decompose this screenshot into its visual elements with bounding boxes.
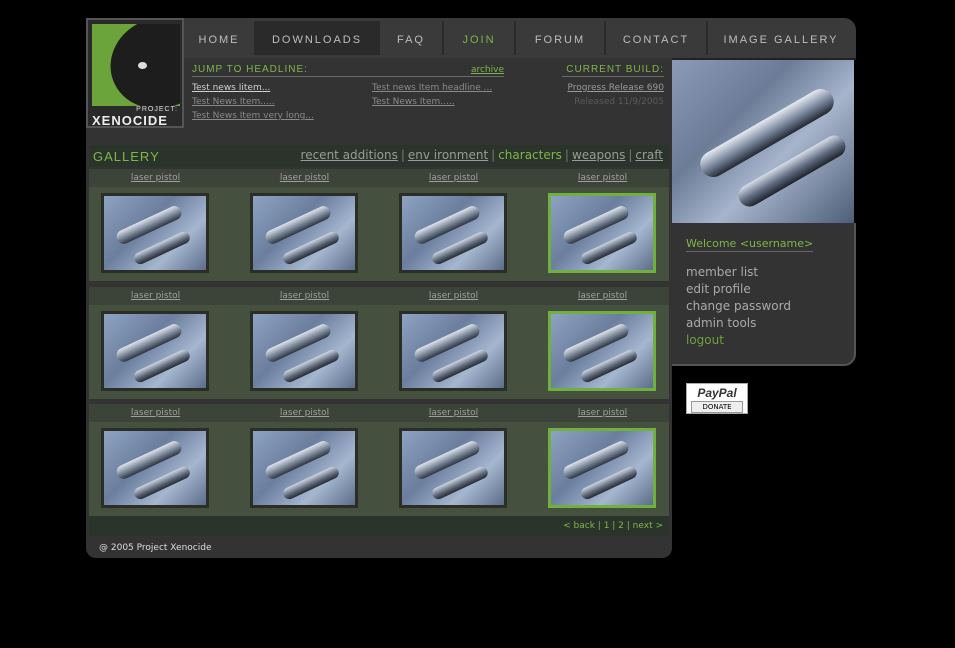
menu-change-password[interactable]: change password xyxy=(686,299,791,313)
gallery-row: laser pistol laser pistol laser pistol lase… xyxy=(89,287,669,399)
thumbnail-caption[interactable]: laser pistol xyxy=(230,173,379,183)
paypal-logo: PayPal xyxy=(697,386,737,400)
gallery-row: laser pistol laser pistol laser pistol lase… xyxy=(89,404,669,516)
gallery-thumbnail[interactable] xyxy=(101,428,209,508)
thumbnail-caption[interactable]: laser pistol xyxy=(379,291,528,301)
gallery-row: laser pistol laser pistol laser pistol lase… xyxy=(89,169,669,281)
nav-forum[interactable]: FORUM xyxy=(516,21,606,55)
thumbnail-caption[interactable]: laser pistol xyxy=(379,173,528,183)
gallery-row-captions: laser pistol laser pistol laser pistol lase… xyxy=(89,287,669,305)
news-link[interactable]: Test news Item headline ... xyxy=(372,83,492,93)
logo-eye-dot xyxy=(138,62,147,69)
pagination-links[interactable]: < back | 1 | 2 | next > xyxy=(563,521,663,531)
thumbnail-caption[interactable]: laser pistol xyxy=(81,291,230,301)
gallery-row-thumbnails xyxy=(89,422,669,516)
menu-admin-tools[interactable]: admin tools xyxy=(686,316,756,330)
nav-contact[interactable]: CONTACT xyxy=(606,21,708,55)
gallery-row-thumbnails xyxy=(89,305,669,399)
gallery-row-captions: laser pistol laser pistol laser pistol lase… xyxy=(89,404,669,422)
filter-recent-additions[interactable]: recent additions xyxy=(301,148,398,162)
menu-logout[interactable]: logout xyxy=(686,333,724,347)
archive-link[interactable]: archive xyxy=(471,65,504,75)
gallery-thumbnail[interactable] xyxy=(101,311,209,391)
thumbnail-caption[interactable]: laser pistol xyxy=(528,173,677,183)
thumbnail-caption[interactable]: laser pistol xyxy=(528,291,677,301)
welcome-message: Welcome <username> xyxy=(686,237,814,252)
copyright-text: @ 2005 Project Xenocide xyxy=(99,543,212,553)
thumbnail-caption[interactable]: laser pistol xyxy=(81,173,230,183)
build-release-link[interactable]: Progress Release 690 xyxy=(568,83,664,93)
gallery-thumbnail[interactable] xyxy=(399,311,507,391)
gallery-thumbnail[interactable] xyxy=(250,193,358,273)
thumbnail-caption[interactable]: laser pistol xyxy=(379,408,528,418)
pagination-bar: < back | 1 | 2 | next > xyxy=(89,516,669,536)
nav-join[interactable]: JOIN xyxy=(444,21,516,55)
news-link[interactable]: Test News Item..... xyxy=(372,97,455,107)
gallery-thumbnail[interactable] xyxy=(548,193,656,273)
build-release-date: Released 11/9/2005 xyxy=(574,97,664,107)
menu-member-list[interactable]: member list xyxy=(686,265,758,279)
logo-project-text: PROJECT: xyxy=(136,106,178,113)
filter-weapons[interactable]: weapons xyxy=(572,148,625,162)
news-link[interactable]: Test News Item..... xyxy=(192,97,275,107)
gallery-filters: recent additions | env ironment | characters… xyxy=(300,148,663,162)
news-link[interactable]: Test news Iitem... xyxy=(192,83,270,93)
headline-panel: JUMP TO HEADLINE: archive Test news Iite… xyxy=(184,58,672,128)
paypal-donate-label: DONATE xyxy=(691,401,743,413)
news-link[interactable]: Test News Item very long... xyxy=(192,111,314,121)
main-navigation: HOME DOWNLOADS FAQ JOIN FORUM CONTACT IM… xyxy=(184,18,856,60)
gallery-row-thumbnails xyxy=(89,187,669,281)
thumbnail-caption[interactable]: laser pistol xyxy=(81,408,230,418)
filter-characters[interactable]: characters xyxy=(498,148,562,162)
logo-xenocide-text: XENOCIDE xyxy=(92,113,168,128)
gallery-header: GALLERY recent additions | env ironment | ch… xyxy=(89,145,669,167)
filter-craft[interactable]: craft xyxy=(635,148,663,162)
gallery-thumbnail[interactable] xyxy=(250,428,358,508)
gallery-title: GALLERY xyxy=(93,149,160,164)
nav-image-gallery[interactable]: IMAGE GALLERY xyxy=(708,21,854,55)
gallery-row-captions: laser pistol laser pistol laser pistol lase… xyxy=(89,169,669,187)
current-build-label: CURRENT BUILD: xyxy=(562,64,664,77)
gallery-thumbnail[interactable] xyxy=(399,193,507,273)
user-panel: Welcome <username> member list edit prof… xyxy=(672,223,856,366)
menu-edit-profile[interactable]: edit profile xyxy=(686,282,751,296)
featured-image[interactable] xyxy=(672,60,854,223)
nav-faq[interactable]: FAQ xyxy=(380,21,444,55)
gallery-thumbnail[interactable] xyxy=(399,428,507,508)
thumbnail-caption[interactable]: laser pistol xyxy=(230,408,379,418)
gallery-thumbnail[interactable] xyxy=(101,193,209,273)
logo-emblem xyxy=(92,24,180,106)
jump-to-headline-label: JUMP TO HEADLINE: xyxy=(192,64,504,77)
paypal-donate-button[interactable]: PayPal DONATE xyxy=(686,383,748,414)
site-logo[interactable]: PROJECT: XENOCIDE xyxy=(86,18,184,128)
thumbnail-caption[interactable]: laser pistol xyxy=(230,291,379,301)
gallery-thumbnail[interactable] xyxy=(548,428,656,508)
gallery-thumbnail[interactable] xyxy=(250,311,358,391)
nav-home[interactable]: HOME xyxy=(184,21,256,55)
thumbnail-caption[interactable]: laser pistol xyxy=(528,408,677,418)
filter-environment[interactable]: env ironment xyxy=(408,148,488,162)
nav-downloads[interactable]: DOWNLOADS xyxy=(256,21,380,55)
gallery-thumbnail[interactable] xyxy=(548,311,656,391)
